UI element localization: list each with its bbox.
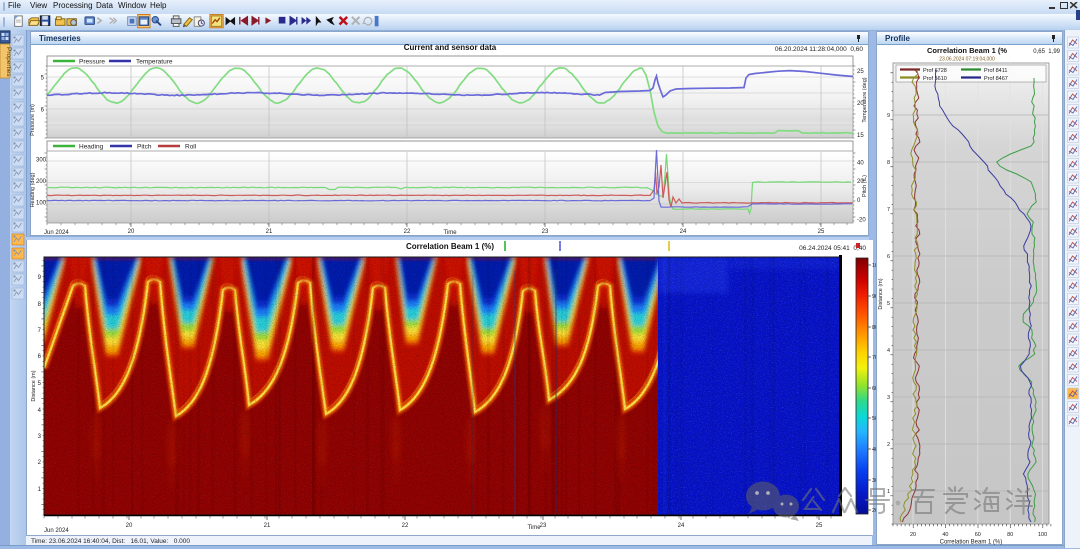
svg-text:Correlation Beam 1 (%: Correlation Beam 1 (% <box>927 46 1007 55</box>
svg-text:6: 6 <box>41 108 45 114</box>
svg-text:9: 9 <box>887 113 890 119</box>
svg-text:24: 24 <box>680 229 687 235</box>
svg-text:2: 2 <box>887 442 890 448</box>
svg-text:Prof 8467: Prof 8467 <box>984 76 1008 82</box>
svg-text:Correlation Beam 1 (%): Correlation Beam 1 (%) <box>406 242 494 251</box>
svg-text:23.06.2024 07:19:04,000: 23.06.2024 07:19:04,000 <box>939 57 995 63</box>
svg-text:06.20.2024 11:28:04,000 0,60: 06.20.2024 11:28:04,000 0,60 <box>775 46 863 53</box>
svg-text:5: 5 <box>41 76 45 82</box>
svg-text:Properties: Properties <box>5 47 12 77</box>
svg-text:Roll: Roll <box>185 144 197 151</box>
svg-text:8: 8 <box>887 160 890 166</box>
svg-text:1: 1 <box>38 487 42 493</box>
svg-text:24: 24 <box>678 523 685 529</box>
svg-text:5: 5 <box>38 381 42 387</box>
svg-text:200: 200 <box>36 179 47 185</box>
svg-text:Pitch (IL): Pitch (IL) <box>862 175 868 197</box>
svg-text:0,65 1,99: 0,65 1,99 <box>1033 49 1060 55</box>
svg-text:Prof 6728: Prof 6728 <box>923 68 947 74</box>
svg-text:Heading: Heading <box>79 144 104 151</box>
svg-text:20: 20 <box>126 523 133 529</box>
svg-text:Time: Time <box>527 525 541 531</box>
svg-text:4: 4 <box>887 348 890 354</box>
svg-text:4: 4 <box>38 408 42 414</box>
svg-text:Pressure: Pressure <box>79 59 105 66</box>
svg-text:-20: -20 <box>857 218 866 224</box>
svg-text:40: 40 <box>857 161 864 167</box>
svg-text:5: 5 <box>887 301 890 307</box>
svg-text:22: 22 <box>402 523 409 529</box>
svg-text:Current and sensor data: Current and sensor data <box>404 43 497 52</box>
svg-text:25: 25 <box>818 229 825 235</box>
svg-text:3: 3 <box>38 434 42 440</box>
svg-text:23: 23 <box>540 523 547 529</box>
svg-text:Pressure (m): Pressure (m) <box>30 104 36 136</box>
svg-text:23: 23 <box>542 229 549 235</box>
svg-text:3: 3 <box>887 395 890 401</box>
svg-text:9: 9 <box>38 275 42 281</box>
svg-text:21: 21 <box>266 229 273 235</box>
svg-text:20: 20 <box>128 229 135 235</box>
svg-text:2: 2 <box>38 460 42 466</box>
svg-text:25: 25 <box>857 69 864 75</box>
svg-text:6: 6 <box>887 254 890 260</box>
svg-text:Pitch: Pitch <box>137 144 152 151</box>
svg-text:Temperature (deg): Temperature (deg) <box>862 77 868 122</box>
svg-text:0: 0 <box>857 198 861 204</box>
svg-text:Distance (m): Distance (m) <box>31 370 37 401</box>
svg-text:300: 300 <box>36 158 47 164</box>
svg-text:22: 22 <box>404 229 411 235</box>
svg-text:8: 8 <box>38 302 42 308</box>
svg-text:6: 6 <box>38 354 42 360</box>
svg-text:Prof 8411: Prof 8411 <box>984 68 1007 74</box>
svg-text:7: 7 <box>887 207 890 213</box>
svg-text:21: 21 <box>264 523 271 529</box>
svg-text:Distance (m): Distance (m) <box>878 278 884 309</box>
svg-text:15: 15 <box>857 133 864 139</box>
svg-text:Jun 2024: Jun 2024 <box>44 528 69 534</box>
svg-text:Prof 5610: Prof 5610 <box>923 76 947 82</box>
svg-text:Heading (deg): Heading (deg) <box>30 172 36 207</box>
svg-text:Temperature: Temperature <box>136 59 173 66</box>
svg-text:7: 7 <box>38 328 42 334</box>
svg-text:100: 100 <box>36 201 47 207</box>
svg-text:Correlation Beam 1 (%): Correlation Beam 1 (%) <box>940 540 1003 546</box>
